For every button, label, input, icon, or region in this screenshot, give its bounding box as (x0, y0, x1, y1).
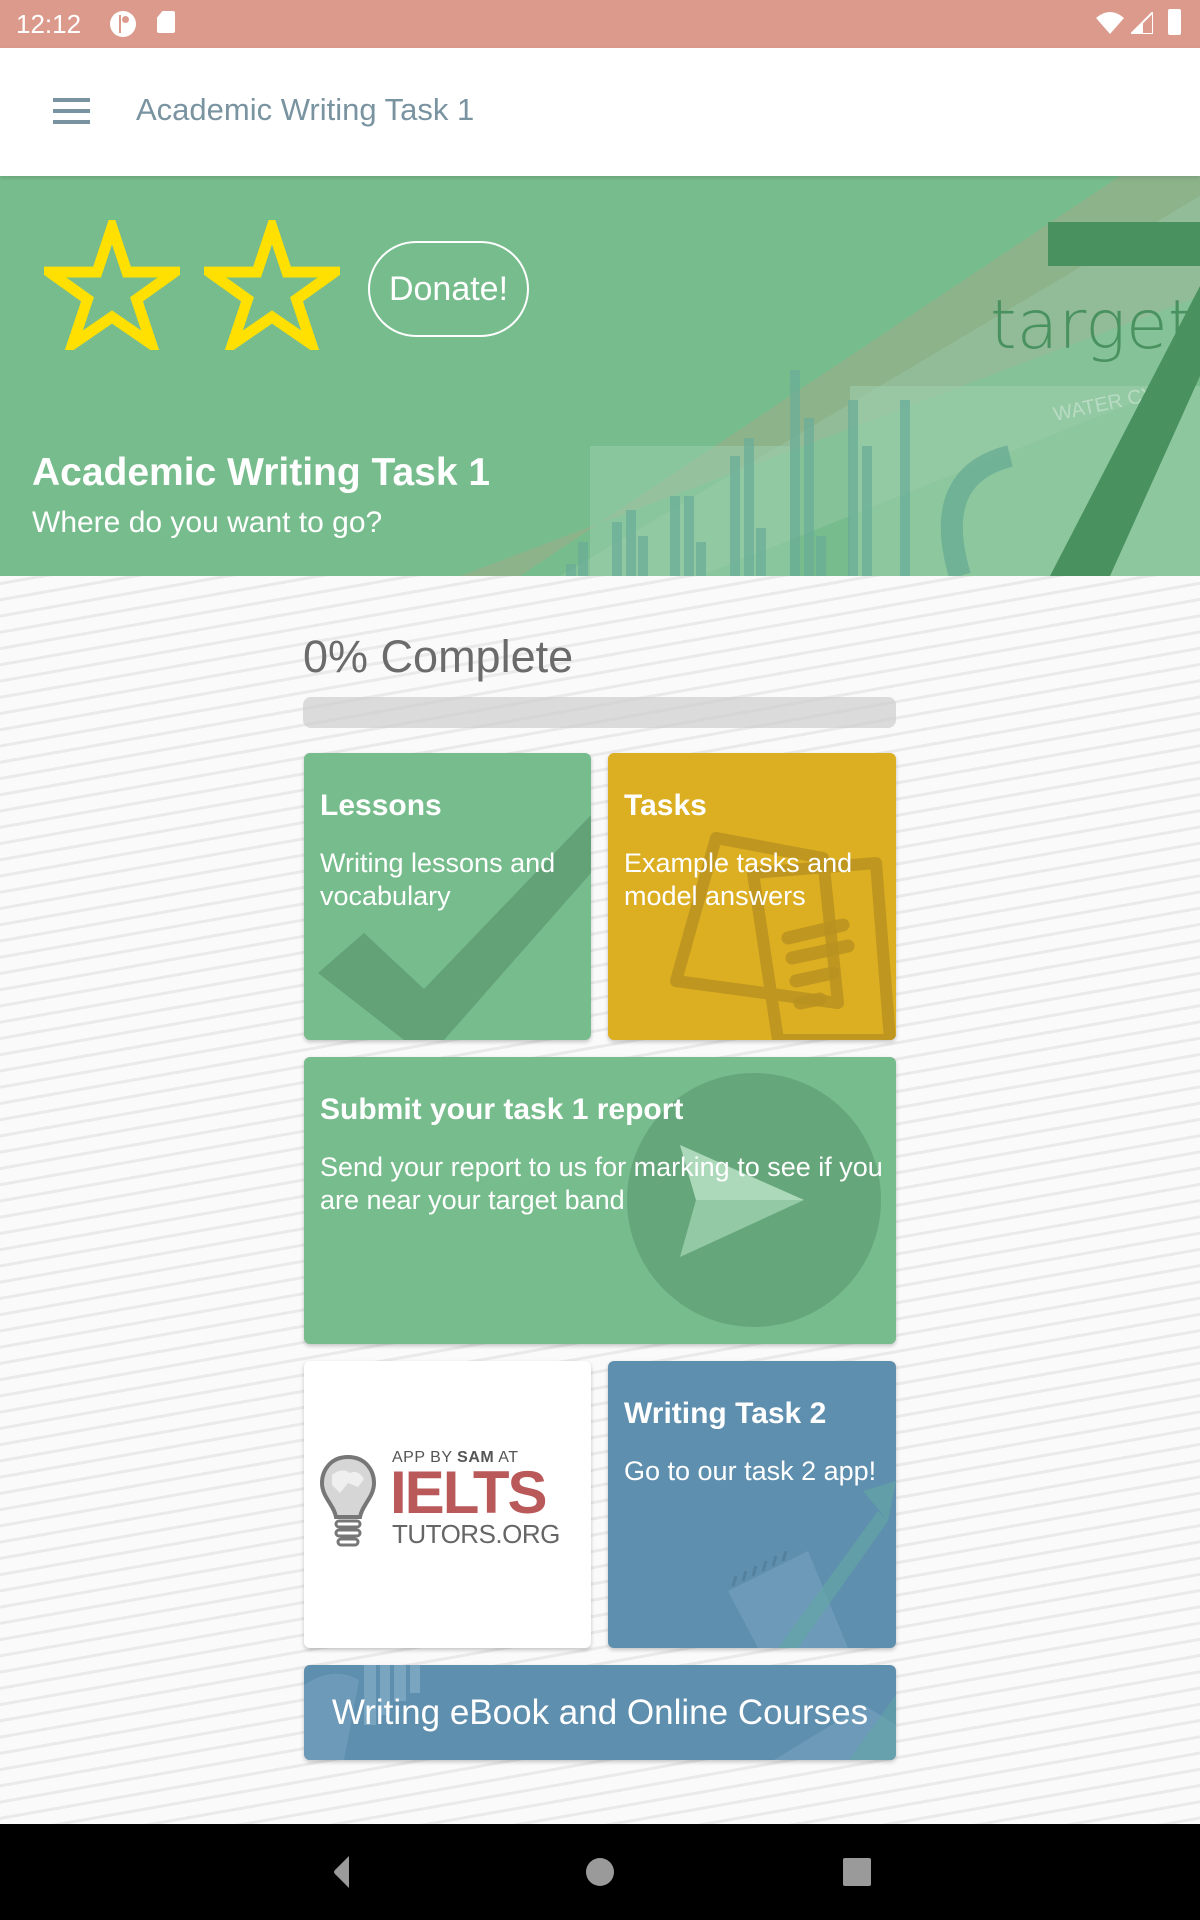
ebook-courses-label: Writing eBook and Online Courses (331, 1693, 869, 1732)
battery-icon (1168, 9, 1181, 35)
task2-title: Writing Task 2 (624, 1397, 827, 1430)
status-time: 12:12 (16, 9, 82, 39)
status-bar: 12:12 (0, 0, 1200, 48)
system-navigation-bar (0, 1824, 1200, 1920)
rating-star-icon[interactable] (44, 220, 180, 350)
back-icon[interactable] (323, 1852, 363, 1892)
cell-signal-icon (1131, 12, 1153, 34)
hero-subtitle: Where do you want to go? (32, 506, 383, 539)
ielts-tutors-logo: APP BY SAM AT IELTS TUTORS.ORG (318, 1449, 578, 1559)
tasks-tile[interactable]: Tasks Example tasks and model answers (608, 753, 896, 1040)
sd-card-icon (157, 11, 175, 33)
lessons-title: Lessons (320, 789, 442, 822)
ebook-courses-banner[interactable]: Writing eBook and Online Courses (304, 1665, 896, 1760)
logo-tutors-text: TUTORS.ORG (392, 1519, 560, 1549)
target-watermark: target (990, 286, 1195, 365)
lightbulb-globe-icon (319, 1454, 377, 1547)
hero-title: Academic Writing Task 1 (32, 451, 491, 494)
donate-button[interactable]: Donate! (368, 241, 529, 337)
submit-report-tile[interactable]: Submit your task 1 report Send your repo… (304, 1057, 896, 1344)
task2-description: Go to our task 2 app! (624, 1456, 877, 1486)
ielts-tutors-logo-tile[interactable]: APP BY SAM AT IELTS TUTORS.ORG (304, 1361, 591, 1648)
rating-star-icon[interactable] (204, 220, 340, 350)
logo-ielts-text: IELTS (390, 1459, 548, 1526)
submit-description: Send your report to us for marking to se… (320, 1152, 883, 1215)
recents-icon[interactable] (837, 1852, 877, 1892)
lessons-description: Writing lessons and vocabulary (320, 848, 556, 911)
hamburger-menu-icon[interactable] (53, 98, 90, 124)
notification-ring-icon (110, 11, 136, 37)
submit-title: Submit your task 1 report (320, 1093, 684, 1126)
home-icon[interactable] (580, 1852, 620, 1892)
lessons-tile[interactable]: Lessons Writing lessons and vocabulary (304, 753, 591, 1040)
progress-bar (303, 697, 896, 728)
main-content: 0% Complete Lessons Writing lessons and … (0, 576, 1200, 1824)
app-bar: Academic Writing Task 1 (0, 48, 1200, 176)
app-title: Academic Writing Task 1 (136, 92, 475, 127)
progress-label: 0% Complete (303, 631, 574, 682)
writing-task-2-tile[interactable]: Writing Task 2 Go to our task 2 app! (608, 1361, 896, 1648)
tasks-description: Example tasks and model answers (624, 848, 853, 911)
hero-banner: WATER CYCLE Donate! target Academic Writ… (0, 176, 1200, 576)
tasks-title: Tasks (624, 789, 707, 822)
wifi-icon (1096, 12, 1124, 34)
